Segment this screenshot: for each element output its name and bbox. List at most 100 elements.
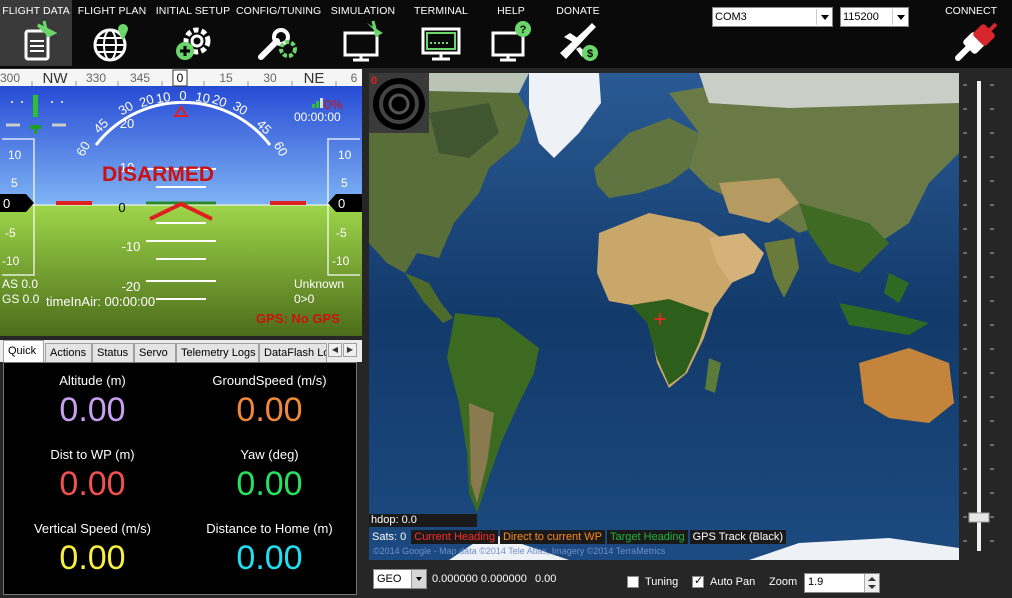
coordinate-mode-select[interactable]: GEO bbox=[373, 569, 427, 589]
monitor-plane-icon bbox=[343, 20, 383, 62]
svg-text:10: 10 bbox=[194, 89, 211, 106]
world-map-imagery bbox=[369, 73, 959, 560]
svg-text:0: 0 bbox=[118, 200, 125, 215]
tab-servo[interactable]: Servo bbox=[134, 343, 176, 362]
svg-text:NE: NE bbox=[304, 70, 325, 87]
zoom-slider-thumb[interactable] bbox=[968, 512, 990, 523]
svg-text:0: 0 bbox=[3, 196, 10, 211]
svg-text:-10: -10 bbox=[332, 254, 350, 268]
wrench-gear-icon bbox=[258, 28, 297, 60]
quick-vertical-speed[interactable]: Vertical Speed (m/s) 0.00 bbox=[4, 521, 181, 578]
tab-scroll-left-icon[interactable]: ◀ bbox=[328, 343, 342, 357]
zoom-label: Zoom bbox=[769, 576, 798, 588]
flight-data-icon bbox=[24, 20, 58, 61]
svg-text:345: 345 bbox=[130, 71, 150, 85]
spinner-arrows-icon bbox=[868, 577, 876, 589]
auto-pan-label: Auto Pan bbox=[710, 576, 756, 588]
artificial-horizon: 300 NW 330 345 15 30 NE 6 0 60 45 30 20 … bbox=[0, 69, 362, 336]
quick-dist-to-wp[interactable]: Dist to WP (m) 0.00 bbox=[4, 447, 181, 504]
svg-text:-5: -5 bbox=[336, 226, 347, 240]
svg-text:6: 6 bbox=[351, 71, 358, 85]
menu-initial-setup[interactable]: INITIAL SETUP bbox=[153, 0, 233, 66]
hud-display[interactable]: 300 NW 330 345 15 30 NE 6 0 60 45 30 20 … bbox=[0, 69, 362, 336]
svg-text:10: 10 bbox=[155, 89, 172, 106]
heading-value: 0 bbox=[177, 71, 184, 85]
menu-flight-data[interactable]: FLIGHT DATA bbox=[0, 0, 72, 66]
svg-text:-10: -10 bbox=[2, 254, 20, 268]
main-menu-bar: FLIGHT DATA FLIGHT PLAN INITIAL SETUP CO… bbox=[0, 0, 1012, 68]
mission-planner-window: FLIGHT DATA FLIGHT PLAN INITIAL SETUP CO… bbox=[0, 0, 1012, 598]
quick-panel: Altitude (m) 0.00 GroundSpeed (m/s) 0.00… bbox=[3, 362, 357, 595]
plug-icon bbox=[955, 22, 998, 61]
data-tab-strip: Quick Actions Status Servo Telemetry Log… bbox=[0, 340, 362, 363]
tuning-label: Tuning bbox=[645, 576, 679, 588]
svg-text:300: 300 bbox=[0, 71, 20, 85]
chevron-down-icon[interactable] bbox=[411, 570, 426, 588]
legend-target-heading: Target Heading bbox=[607, 530, 688, 544]
zoom-slider[interactable] bbox=[958, 73, 1008, 560]
svg-text:15: 15 bbox=[219, 71, 233, 85]
svg-text:20: 20 bbox=[120, 116, 134, 131]
coordinates-readout: 0.000000 0.000000 bbox=[432, 573, 527, 585]
time-in-air: timeInAir: 00:00:00 bbox=[46, 294, 155, 309]
tab-scroll-right-icon[interactable]: ▶ bbox=[343, 343, 357, 357]
baud-select[interactable]: 115200 bbox=[840, 7, 909, 27]
svg-text:-5: -5 bbox=[5, 226, 16, 240]
auto-pan-checkbox[interactable] bbox=[692, 574, 704, 588]
gear-plus-icon bbox=[176, 27, 211, 60]
connect-button[interactable]: CONNECT bbox=[944, 0, 1010, 66]
hdop-readout: hdop: 0.0 bbox=[369, 514, 477, 527]
tuning-checkbox[interactable] bbox=[627, 576, 639, 588]
legend-direct-to-wp: Direct to current WP bbox=[499, 530, 605, 544]
svg-text:0: 0 bbox=[179, 88, 186, 103]
map-copyright: ©2014 Google - Map data ©2014 Tele Atlas… bbox=[373, 546, 666, 556]
quick-yaw[interactable]: Yaw (deg) 0.00 bbox=[181, 447, 358, 504]
help-monitor-icon: ? bbox=[491, 21, 531, 62]
menu-help[interactable]: HELP ? bbox=[482, 0, 540, 66]
chevron-down-icon[interactable] bbox=[816, 9, 831, 25]
svg-text:-10: -10 bbox=[122, 239, 141, 254]
svg-text:-20: -20 bbox=[122, 279, 141, 294]
svg-text:?: ? bbox=[520, 24, 527, 36]
quick-altitude[interactable]: Altitude (m) 0.00 bbox=[4, 373, 181, 430]
menu-flight-plan[interactable]: FLIGHT PLAN bbox=[76, 0, 148, 66]
gps-status: GPS: No GPS bbox=[256, 311, 340, 326]
legend-current-heading: Current Heading bbox=[411, 530, 498, 544]
svg-text:30: 30 bbox=[263, 71, 277, 85]
globe-icon bbox=[93, 24, 128, 62]
altitude-readout: 0.00 bbox=[535, 573, 557, 585]
svg-text:5: 5 bbox=[341, 176, 348, 190]
map-heading-compass: 0 bbox=[369, 73, 429, 133]
tab-telemetry-logs[interactable]: Telemetry Logs bbox=[176, 343, 259, 362]
quick-distance-to-home[interactable]: Distance to Home (m) 0.00 bbox=[181, 521, 358, 578]
menu-simulation[interactable]: SIMULATION bbox=[330, 0, 396, 66]
menu-donate[interactable]: DONATE $ bbox=[550, 0, 606, 66]
svg-text:5: 5 bbox=[11, 176, 18, 190]
quick-groundspeed[interactable]: GroundSpeed (m/s) 0.00 bbox=[181, 373, 358, 430]
sats-readout: Sats: 0 bbox=[372, 531, 407, 543]
tab-dataflash-logs[interactable]: DataFlash Lo bbox=[259, 343, 327, 362]
airspeed-readout: AS 0.0 bbox=[2, 277, 38, 291]
legend-gps-track: GPS Track (Black) bbox=[689, 530, 787, 544]
svg-text:NW: NW bbox=[43, 70, 69, 87]
chevron-down-icon[interactable] bbox=[892, 9, 907, 25]
zoom-input[interactable]: 1.9 bbox=[804, 573, 880, 593]
plane-dollar-icon: $ bbox=[560, 23, 598, 61]
port-select[interactable]: COM3 bbox=[712, 7, 833, 27]
satellite-map[interactable]: 0 hdop: 0.0 Sats: 0 Current Heading Direct… bbox=[369, 73, 959, 560]
tab-status[interactable]: Status bbox=[92, 343, 134, 362]
svg-text:330: 330 bbox=[86, 71, 106, 85]
tab-actions[interactable]: Actions bbox=[45, 343, 92, 362]
terminal-icon bbox=[421, 27, 461, 61]
map-status-bar: GEO 0.000000 0.000000 0.00 Tuning Auto P… bbox=[369, 566, 1009, 596]
svg-text:10: 10 bbox=[338, 148, 352, 162]
svg-text:$: $ bbox=[587, 48, 593, 60]
battery-time: 00:00:00 bbox=[294, 110, 341, 124]
zoom-spinner[interactable] bbox=[864, 574, 879, 592]
menu-config-tuning[interactable]: CONFIG/TUNING bbox=[236, 0, 321, 66]
map-legend: Sats: 0 Current Heading Direct to current … bbox=[369, 530, 788, 546]
menu-terminal[interactable]: TERMINAL bbox=[410, 0, 472, 66]
svg-text:10: 10 bbox=[8, 148, 22, 162]
tab-quick[interactable]: Quick bbox=[3, 340, 44, 363]
vertical-speed-bar bbox=[33, 95, 38, 117]
